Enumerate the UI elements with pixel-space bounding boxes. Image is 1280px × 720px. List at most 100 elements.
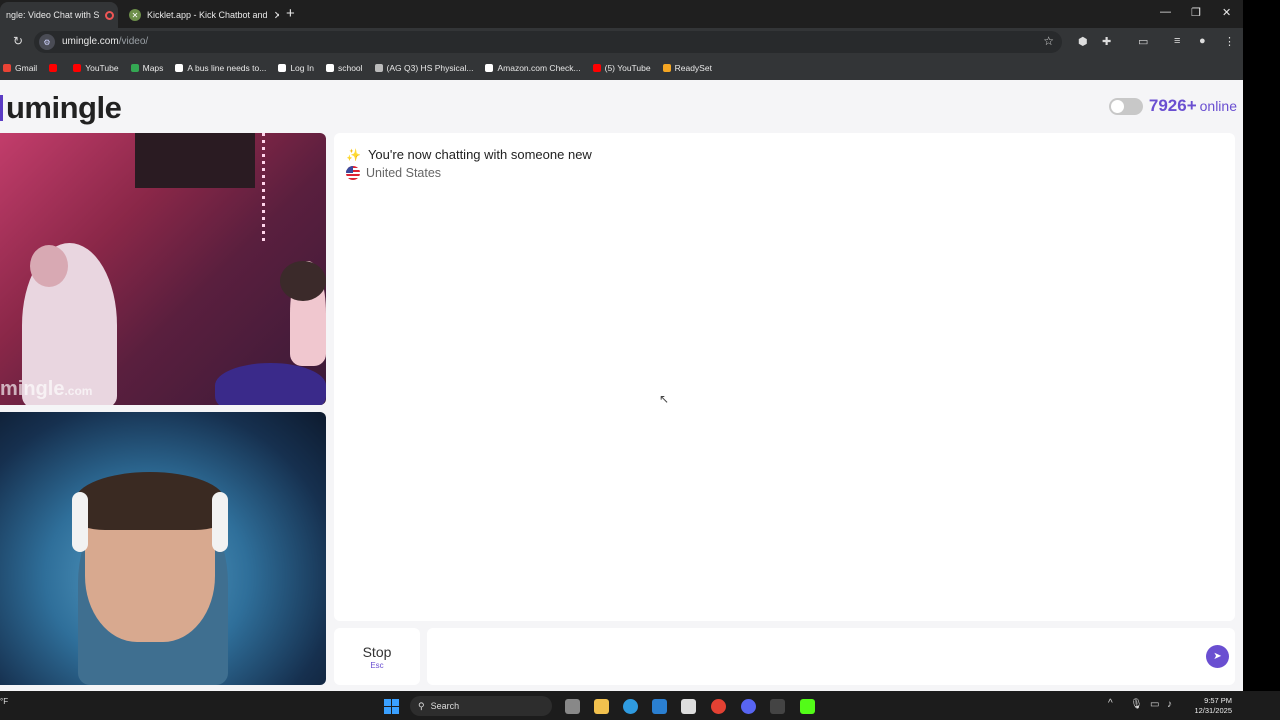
profile-icon[interactable]: ● (1199, 35, 1206, 47)
led-lights (262, 133, 265, 243)
stranger-video: mingle.com (0, 133, 326, 405)
bookmark-label: (5) YouTube (604, 63, 651, 73)
site-info-icon[interactable]: ⚙ (39, 34, 55, 50)
send-icon[interactable]: ➤ (1206, 645, 1229, 668)
umingle-page: umingle 7926+ online mingle.com ✨ You're… (0, 80, 1243, 691)
logo-accent (0, 95, 3, 121)
globe-icon (374, 64, 383, 72)
extensions-icon[interactable]: ✚ (1102, 35, 1111, 48)
edge-icon[interactable] (623, 699, 638, 714)
bookmark-label: Amazon.com Check... (497, 63, 581, 73)
bookmark-item[interactable]: (AG Q3) HS Physical... (374, 63, 474, 73)
bookmarks-bar: Gmail YouTube Maps A bus line needs to... Lo… (0, 56, 1243, 80)
tab-kicklet[interactable]: ✕ Kicklet.app - Kick Chatbot and ✕ (123, 2, 279, 28)
bookmark-item[interactable]: Amazon.com Check... (485, 63, 581, 73)
kick-icon[interactable] (800, 699, 815, 714)
url-text: umingle.com/video/ (62, 36, 149, 47)
mouse-cursor-icon: ↖ (659, 392, 670, 406)
readyset-icon (662, 64, 671, 72)
clock[interactable]: 9:57 PM 12/31/2025 (1186, 696, 1232, 716)
bookmark-label: school (337, 63, 363, 73)
weather-widget[interactable]: °F (0, 697, 8, 706)
doc-icon (175, 64, 184, 72)
close-icon[interactable]: ✕ (274, 9, 279, 22)
grid-icon (278, 64, 287, 72)
browser-window: ngle: Video Chat with S ✕ ✕ Kicklet.app … (0, 0, 1243, 691)
youtube-icon (73, 64, 82, 72)
network-icon[interactable]: ▭ (1150, 699, 1159, 710)
discord-icon[interactable] (741, 699, 756, 714)
theme-toggle[interactable] (1108, 97, 1143, 115)
menu-icon[interactable]: ⋮ (1224, 35, 1235, 48)
toggle-knob (1110, 99, 1124, 113)
stop-button[interactable]: Stop Esc (334, 628, 420, 685)
new-tab-button[interactable]: + (286, 5, 295, 22)
bookmark-item[interactable]: Log In (278, 63, 314, 73)
address-bar[interactable]: ⚙ umingle.com/video/ ☆ (34, 31, 1062, 53)
maps-icon (130, 64, 139, 72)
tab-title: Kicklet.app - Kick Chatbot and (147, 10, 268, 20)
bookmark-label: ReadySet (674, 63, 712, 73)
grid-icon (325, 64, 334, 72)
bookmark-item[interactable]: (5) YouTube (592, 63, 651, 73)
bookmark-item[interactable]: Gmail (3, 63, 37, 73)
message-input[interactable] (437, 644, 1197, 668)
close-window-icon[interactable]: ✕ (1222, 6, 1231, 19)
online-label: online (1199, 98, 1237, 114)
online-indicator: 7926+ online (1108, 96, 1237, 116)
stranger-country: United States (346, 166, 441, 180)
bookmark-item[interactable]: ReadySet (662, 63, 712, 73)
extension-badge-icon[interactable]: ⬢ (1078, 35, 1088, 48)
restore-icon[interactable]: ❐ (1191, 6, 1201, 19)
bookmark-label: YouTube (85, 63, 119, 73)
side-panel-icon[interactable]: ▭ (1138, 35, 1148, 48)
browser-toolbar: ↻ ⚙ umingle.com/video/ ☆ ⬢ ✚ ▭ ≡ ● ⋮ (0, 28, 1243, 56)
store-icon[interactable] (681, 699, 696, 714)
wall-poster (135, 133, 255, 188)
bookmark-item[interactable]: Maps (130, 63, 164, 73)
headphones-left (72, 492, 88, 552)
message-composer: ➤ (427, 628, 1235, 685)
capcut-icon[interactable] (770, 699, 785, 714)
reload-icon[interactable]: ↻ (13, 34, 23, 48)
media-control-icon[interactable]: ≡ (1174, 35, 1180, 47)
bookmark-item[interactable]: school (325, 63, 363, 73)
chrome-icon[interactable] (711, 699, 726, 714)
kicklet-icon: ✕ (129, 9, 141, 21)
bookmark-label: Gmail (15, 63, 38, 73)
screen: ngle: Video Chat with S ✕ ✕ Kicklet.app … (0, 0, 1280, 720)
person-purple-shirt (215, 363, 326, 405)
microphone-icon[interactable]: 🎙 (1130, 699, 1143, 710)
bookmark-label: (AG Q3) HS Physical... (386, 63, 474, 73)
chat-panel: ✨ You're now chatting with someone new U… (334, 133, 1235, 621)
person-face (30, 245, 68, 287)
us-flag-icon (346, 166, 360, 180)
system-message: ✨ You're now chatting with someone new (346, 147, 592, 162)
tab-strip: ngle: Video Chat with S ✕ ✕ Kicklet.app … (0, 0, 1243, 28)
search-icon: ⚲ (418, 700, 425, 711)
task-view-icon[interactable] (565, 699, 580, 714)
tab-umingle[interactable]: ngle: Video Chat with S ✕ (0, 2, 118, 28)
taskbar-search[interactable]: ⚲ Search (410, 696, 552, 716)
minimize-icon[interactable]: — (1160, 6, 1171, 18)
file-explorer-icon[interactable] (594, 699, 609, 714)
volume-icon[interactable]: ♪ (1167, 699, 1172, 710)
site-logo[interactable]: umingle (0, 88, 122, 128)
youtube-icon (49, 64, 58, 72)
bookmark-item[interactable]: YouTube (73, 63, 119, 73)
person-hair (280, 261, 326, 301)
sparkle-icon: ✨ (346, 147, 361, 162)
windows-start-icon[interactable] (384, 699, 399, 714)
bookmark-star-icon[interactable]: ☆ (1043, 34, 1054, 48)
headphones-right (212, 492, 228, 552)
bookmark-item[interactable] (49, 64, 61, 72)
bookmark-item[interactable]: A bus line needs to... (175, 63, 266, 73)
self-video (0, 412, 326, 685)
online-count: 7926+ (1148, 96, 1197, 115)
self-hair (75, 472, 225, 530)
amazon-icon (485, 64, 494, 72)
tray-overflow-icon[interactable]: ^ (1108, 698, 1113, 709)
outlook-icon[interactable] (652, 699, 667, 714)
bookmark-label: Maps (142, 63, 164, 73)
gmail-icon (3, 64, 11, 72)
